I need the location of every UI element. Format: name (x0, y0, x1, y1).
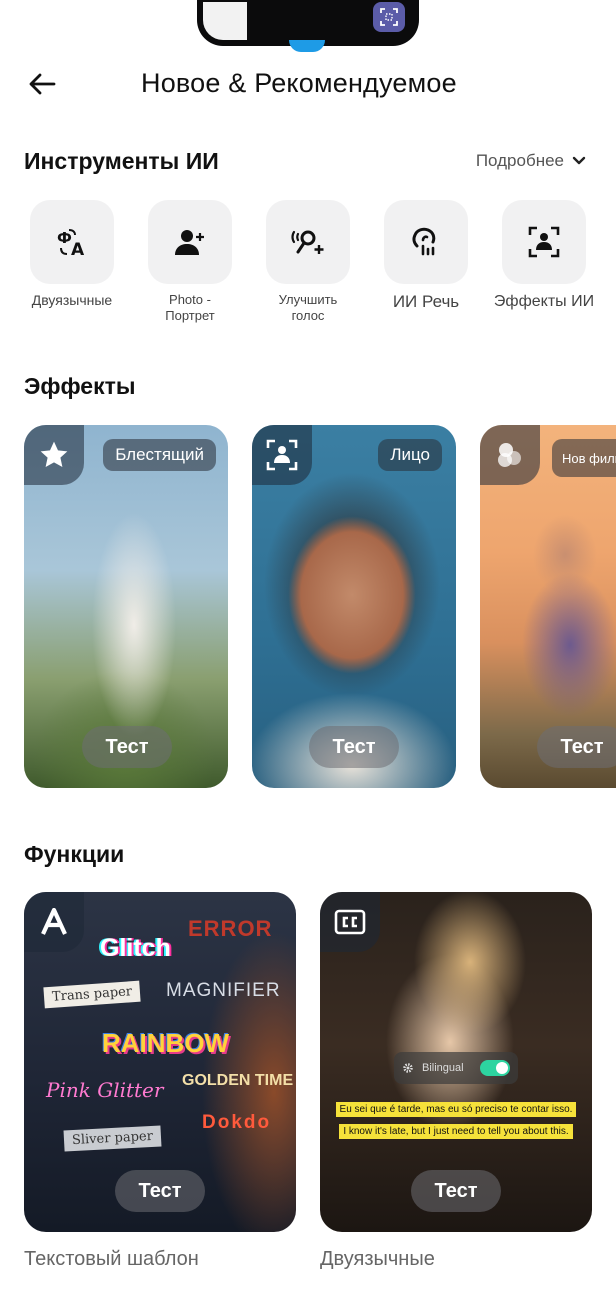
tool-tile: Ф A (30, 200, 114, 284)
effect-card-filter[interactable]: Нов фильт Тест (480, 425, 616, 788)
header: Новое & Рекомендуемое (0, 60, 616, 108)
text-sample: Trans paper (43, 980, 141, 1009)
effect-tag: Лицо (378, 439, 442, 471)
tool-label: ИИ Речь (392, 292, 460, 311)
function-caption: Двуязычные (320, 1248, 435, 1270)
text-sample: Glitch (100, 934, 171, 962)
tool-enhance-voice[interactable]: Улучшить голос (253, 200, 363, 324)
try-button[interactable]: Тест (411, 1170, 501, 1212)
effect-tag: Блестящий (103, 439, 216, 471)
screen-capture-icon[interactable] (373, 2, 405, 32)
tool-label: Улучшить голос (278, 292, 338, 323)
ai-tools-row: Ф A Двуязычные Photo - Портрет Улучшить … (0, 200, 616, 330)
indicator-dot (289, 40, 325, 52)
corner-badge (320, 892, 380, 952)
try-button[interactable]: Тест (115, 1170, 205, 1212)
svg-text:Ф: Ф (57, 229, 72, 247)
toggle-switch (480, 1060, 510, 1076)
back-button[interactable] (22, 68, 62, 100)
chevron-down-icon (572, 156, 586, 165)
captions-icon (334, 909, 366, 935)
section-title-effects: Эффекты (24, 373, 136, 399)
try-button[interactable]: Тест (309, 726, 399, 768)
gear-icon (403, 1063, 413, 1073)
text-sample: MAGNIFIER (166, 980, 281, 1001)
tool-tile (502, 200, 586, 284)
section-title-functions: Функции (24, 841, 125, 867)
subtitle-line: I know it's late, but I just need to tel… (326, 1124, 586, 1139)
toggle-label: Bilingual (422, 1062, 464, 1074)
try-button[interactable]: Тест (537, 726, 616, 768)
corner-badge (252, 425, 312, 485)
subtitle-text: Eu sei que é tarde, mas eu só preciso te… (335, 1102, 577, 1117)
tool-bilingual[interactable]: Ф A Двуязычные (17, 200, 127, 308)
tool-label: Photo - Портрет (165, 292, 215, 323)
voice-enhance-icon (291, 230, 324, 254)
add-person-icon (175, 230, 204, 255)
function-card-text-template[interactable]: ERROR Glitch Trans paper MAGNIFIER RAINB… (24, 892, 296, 1232)
function-card-bilingual[interactable]: Bilingual Eu sei que é tarde, mas eu só … (320, 892, 592, 1232)
tool-tile (148, 200, 232, 284)
star-icon (40, 441, 68, 467)
bilingual-toggle: Bilingual (394, 1052, 518, 1084)
corner-badge (24, 425, 84, 485)
more-link[interactable]: Подробнее (476, 151, 586, 171)
filter-circles-icon (498, 443, 521, 467)
corner-badge (480, 425, 540, 485)
subtitle-text: I know it's late, but I just need to tel… (339, 1124, 573, 1139)
translate-icon: Ф A (57, 229, 85, 258)
section-title-ai-tools: Инструменты ИИ (24, 148, 219, 174)
tool-ai-speech[interactable]: ИИ Речь (371, 200, 481, 310)
ai-speech-icon (412, 227, 436, 256)
arrow-left-icon (29, 73, 56, 95)
recording-thumbnail (203, 2, 247, 40)
face-detect-icon (266, 439, 298, 471)
tool-photo-portrait[interactable]: Photo - Портрет (135, 200, 245, 324)
effect-card-face[interactable]: Лицо Тест (252, 425, 456, 788)
subtitle-line: Eu sei que é tarde, mas eu só preciso te… (326, 1102, 586, 1117)
effect-tag: Нов фильт (552, 439, 616, 477)
tool-label: Эффекты ИИ (493, 293, 595, 310)
effect-card-sparkle[interactable]: Блестящий Тест (24, 425, 228, 788)
text-sample: Pink Glitter (46, 1078, 164, 1102)
ai-effects-icon (528, 226, 560, 258)
text-sample: Dokdo (202, 1112, 272, 1133)
text-sample: RAINBOW (102, 1028, 230, 1058)
tool-tile (384, 200, 468, 284)
text-sample: Sliver paper (63, 1125, 162, 1152)
text-sample: GOLDEN TIME (182, 1072, 294, 1089)
function-caption: Текстовый шаблон (24, 1248, 199, 1270)
tool-tile (266, 200, 350, 284)
more-label: Подробнее (475, 151, 564, 170)
tool-ai-effects[interactable]: Эффекты ИИ (489, 200, 599, 310)
tool-label: Двуязычные (31, 292, 113, 308)
text-a-icon (41, 908, 67, 935)
try-button[interactable]: Тест (82, 726, 172, 768)
svg-text:A: A (71, 240, 85, 258)
corner-badge (24, 892, 84, 952)
dynamic-island (197, 0, 419, 52)
text-sample: ERROR (188, 916, 273, 941)
page-title: Новое & Рекомендуемое (141, 68, 457, 98)
